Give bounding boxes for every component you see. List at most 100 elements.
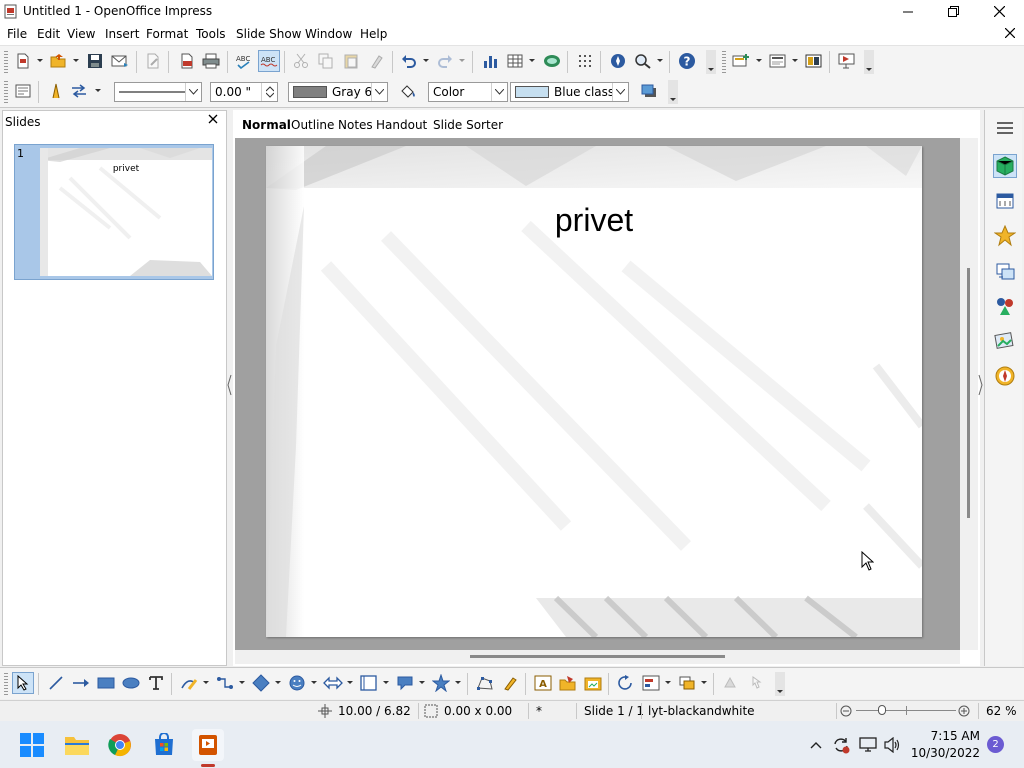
tab-handout[interactable]: Handout bbox=[376, 118, 427, 132]
clock-time[interactable]: 7:15 AM bbox=[930, 729, 980, 743]
network-icon[interactable] bbox=[858, 735, 878, 755]
new-slide-icon[interactable] bbox=[730, 50, 752, 72]
stars-dropdown-icon[interactable] bbox=[454, 672, 461, 694]
sync-status-icon[interactable] bbox=[831, 735, 851, 755]
text-tool-icon[interactable] bbox=[145, 672, 167, 694]
ellipse-tool-icon[interactable] bbox=[120, 672, 142, 694]
alignment-icon[interactable] bbox=[640, 672, 662, 694]
area-fill-icon[interactable] bbox=[397, 80, 419, 102]
vertical-scrollbar-thumb[interactable] bbox=[967, 268, 970, 518]
sidebar-properties-icon[interactable] bbox=[993, 154, 1017, 178]
grid-icon[interactable] bbox=[574, 50, 596, 72]
sidebar-navigator-icon[interactable] bbox=[993, 364, 1017, 388]
line-style-select[interactable] bbox=[114, 82, 202, 102]
vertical-scrollbar[interactable] bbox=[960, 138, 978, 650]
slide-title[interactable]: privet bbox=[266, 202, 922, 239]
slide-design-icon[interactable] bbox=[767, 50, 789, 72]
toolbar-grip[interactable] bbox=[4, 673, 8, 695]
open-dropdown-icon[interactable] bbox=[72, 50, 79, 72]
connector-dropdown-icon[interactable] bbox=[238, 672, 245, 694]
redo-dropdown-icon[interactable] bbox=[458, 50, 465, 72]
toolbar-grip[interactable] bbox=[722, 51, 726, 73]
start-button-icon[interactable] bbox=[16, 729, 48, 761]
horizontal-scrollbar[interactable] bbox=[235, 650, 960, 664]
menu-file[interactable]: File bbox=[7, 27, 27, 41]
basic-shapes-dropdown-icon[interactable] bbox=[274, 672, 281, 694]
horizontal-scrollbar-thumb[interactable] bbox=[470, 655, 725, 658]
table-dropdown-icon[interactable] bbox=[528, 50, 535, 72]
spin-arrows-icon[interactable] bbox=[261, 83, 277, 101]
zoom-slider-thumb[interactable] bbox=[878, 705, 886, 715]
line-tool-icon[interactable] bbox=[45, 672, 67, 694]
openoffice-impress-taskbar-icon[interactable] bbox=[192, 729, 224, 761]
notification-badge[interactable]: 2 bbox=[987, 736, 1004, 753]
interaction-icon[interactable] bbox=[746, 672, 768, 694]
slide[interactable]: privet bbox=[266, 146, 922, 637]
close-pane-icon[interactable] bbox=[208, 114, 218, 124]
zoom-out-icon[interactable] bbox=[840, 705, 852, 717]
slide-thumbnail-1[interactable]: 1 privet bbox=[14, 144, 214, 280]
cut-icon[interactable] bbox=[290, 50, 312, 72]
area-color-select[interactable]: Blue classic bbox=[510, 82, 629, 102]
extrusion-icon[interactable] bbox=[720, 672, 742, 694]
slide-layout-icon[interactable] bbox=[803, 50, 825, 72]
toolbar-grip[interactable] bbox=[4, 51, 8, 73]
save-icon[interactable] bbox=[84, 50, 106, 72]
tab-normal[interactable]: Normal bbox=[242, 118, 291, 132]
sidebar-custom-animation-icon[interactable] bbox=[993, 224, 1017, 248]
menu-format[interactable]: Format bbox=[146, 27, 188, 41]
flowchart-icon[interactable] bbox=[358, 672, 380, 694]
minimize-button[interactable] bbox=[885, 0, 931, 23]
symbol-shapes-icon[interactable] bbox=[286, 672, 308, 694]
tab-outline[interactable]: Outline bbox=[291, 118, 334, 132]
block-arrows-dropdown-icon[interactable] bbox=[346, 672, 353, 694]
document-modified-indicator[interactable]: * bbox=[536, 704, 542, 718]
flowchart-dropdown-icon[interactable] bbox=[382, 672, 389, 694]
area-style-select[interactable]: Color bbox=[428, 82, 508, 102]
chart-icon[interactable] bbox=[480, 50, 502, 72]
fontwork-icon[interactable] bbox=[541, 50, 563, 72]
toolbar-overflow-button[interactable] bbox=[864, 50, 874, 74]
zoom-percentage[interactable]: 62 % bbox=[986, 704, 1017, 718]
chrome-icon[interactable] bbox=[104, 729, 136, 761]
toolbar-grip[interactable] bbox=[4, 81, 8, 103]
paste-icon[interactable] bbox=[340, 50, 362, 72]
email-icon[interactable] bbox=[109, 50, 131, 72]
zoom-icon[interactable] bbox=[632, 50, 654, 72]
gallery-icon[interactable] bbox=[582, 672, 604, 694]
show-hidden-icons-chevron[interactable] bbox=[806, 735, 826, 755]
gluepoints-icon[interactable] bbox=[499, 672, 521, 694]
arrow-style-icon[interactable] bbox=[68, 80, 90, 102]
menu-help[interactable]: Help bbox=[360, 27, 387, 41]
microsoft-store-icon[interactable] bbox=[148, 729, 180, 761]
arrange-dropdown-icon[interactable] bbox=[700, 672, 707, 694]
sidebar-master-pages-icon[interactable] bbox=[993, 189, 1017, 213]
close-document-icon[interactable] bbox=[1005, 28, 1015, 38]
new-document-icon[interactable] bbox=[12, 50, 34, 72]
new-dropdown-icon[interactable] bbox=[36, 50, 43, 72]
volume-icon[interactable] bbox=[883, 735, 903, 755]
auto-spellcheck-icon[interactable]: ABC bbox=[258, 50, 280, 72]
line-arrow-tool-icon[interactable] bbox=[70, 672, 92, 694]
sidebar-slide-transition-icon[interactable] bbox=[993, 259, 1017, 283]
zoom-in-icon[interactable] bbox=[958, 705, 970, 717]
line-color-select[interactable]: Gray 6 bbox=[288, 82, 388, 102]
open-folder-icon[interactable] bbox=[48, 50, 70, 72]
toolbar-overflow-button[interactable] bbox=[668, 80, 678, 104]
arrange-icon[interactable] bbox=[676, 672, 698, 694]
undo-dropdown-icon[interactable] bbox=[422, 50, 429, 72]
menu-tools[interactable]: Tools bbox=[196, 27, 226, 41]
menu-window[interactable]: Window bbox=[305, 27, 352, 41]
tab-notes[interactable]: Notes bbox=[338, 118, 373, 132]
help-icon[interactable]: ? bbox=[676, 50, 698, 72]
shadow-icon[interactable] bbox=[638, 80, 660, 102]
curve-dropdown-icon[interactable] bbox=[202, 672, 209, 694]
sidebar-gallery-icon[interactable] bbox=[993, 329, 1017, 353]
from-file-icon[interactable] bbox=[557, 672, 579, 694]
print-icon[interactable] bbox=[200, 50, 222, 72]
callouts-dropdown-icon[interactable] bbox=[418, 672, 425, 694]
basic-shapes-icon[interactable] bbox=[250, 672, 272, 694]
sidebar-menu-icon[interactable] bbox=[993, 116, 1017, 140]
menu-edit[interactable]: Edit bbox=[37, 27, 60, 41]
menu-view[interactable]: View bbox=[67, 27, 95, 41]
